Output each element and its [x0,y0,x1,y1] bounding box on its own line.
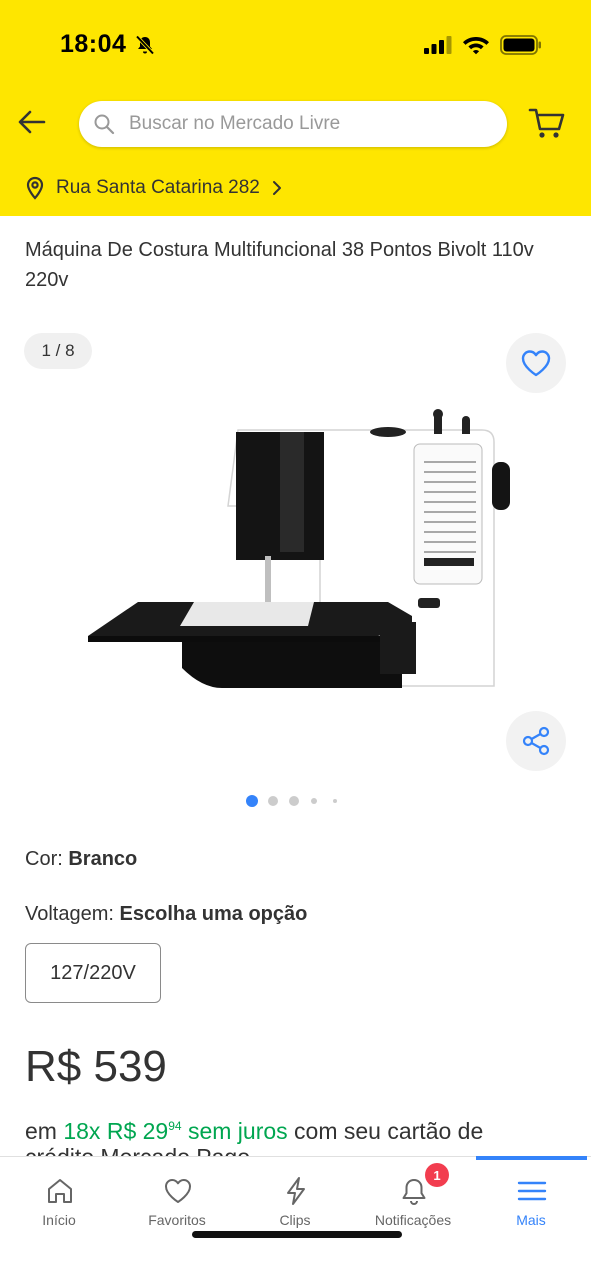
wifi-icon [463,37,489,55]
carousel-dot[interactable] [311,798,317,804]
delivery-address-link[interactable]: Rua Santa Catarina 282 [24,172,284,204]
carousel-dot[interactable] [333,799,337,803]
nav-label: Notificações [374,1212,452,1228]
menu-icon [517,1181,547,1201]
nav-item-notificacoes[interactable]: 1 Notificações [354,1157,472,1237]
color-value: Branco [68,848,138,870]
nav-label: Favoritos [148,1212,206,1228]
voltage-attribute: Voltagem: Escolha uma opção [25,903,307,926]
image-carousel-dots [246,794,346,808]
bell-muted-icon [135,35,155,55]
installments-count: 18x [63,1118,101,1144]
share-icon [522,726,550,756]
nav-item-clips[interactable]: Clips [236,1157,354,1237]
product-image[interactable] [78,408,518,698]
carousel-dot-active[interactable] [246,795,258,807]
notification-count-badge: 1 [425,1163,449,1187]
nav-item-mais[interactable]: Mais [472,1157,590,1237]
carousel-dot[interactable] [289,796,299,806]
clips-icon [287,1177,305,1205]
home-indicator[interactable] [192,1231,402,1238]
color-attribute: Cor: Branco [25,848,137,871]
share-button[interactable] [506,711,566,771]
chevron-right-icon [272,181,281,195]
heart-icon [165,1179,191,1203]
favorite-button[interactable] [506,333,566,393]
carousel-dot[interactable] [268,796,278,806]
installments-prefix: em [25,1118,57,1144]
installments-line: em 18x R$ 2994 sem juros com seu cartão … [25,1108,585,1149]
battery-icon [500,35,541,55]
voltage-value: Escolha uma opção [119,903,308,925]
heart-icon [521,350,551,377]
nav-label: Mais [516,1212,546,1228]
address-text: Rua Santa Catarina 282 [56,177,260,198]
search-input[interactable] [129,101,489,147]
bottom-navigation: Início Favoritos Clips 1 Notificações Ma… [0,1156,591,1280]
image-counter: 1 / 8 [24,333,92,369]
nav-item-inicio[interactable]: Início [0,1157,118,1237]
status-time: 18:04 [60,30,127,58]
search-bar[interactable] [79,101,507,147]
nav-item-favoritos[interactable]: Favoritos [118,1157,236,1237]
search-icon [94,114,115,135]
installments-interest: sem juros [187,1118,288,1144]
product-price: R$ 539 [25,1042,167,1091]
product-title: Máquina De Costura Multifuncional 38 Pon… [25,239,534,291]
back-arrow-icon[interactable] [14,104,50,140]
voltage-label: Voltagem: [25,903,114,925]
app-header: 18:04 Buscar no Mercado Livre Rua Santa … [0,0,591,216]
location-pin-icon [26,176,44,200]
nav-label: Início [42,1212,76,1228]
installments-amount: R$ 2994 [106,1118,182,1144]
cart-icon[interactable] [527,104,567,142]
cellular-signal-icon [424,36,452,54]
color-label: Cor: [25,848,63,870]
installments-suffix: com seu cartão de [294,1118,484,1144]
home-icon [48,1179,72,1203]
voltage-option-button[interactable]: 127/220V [25,943,161,1003]
nav-label: Clips [279,1212,311,1228]
